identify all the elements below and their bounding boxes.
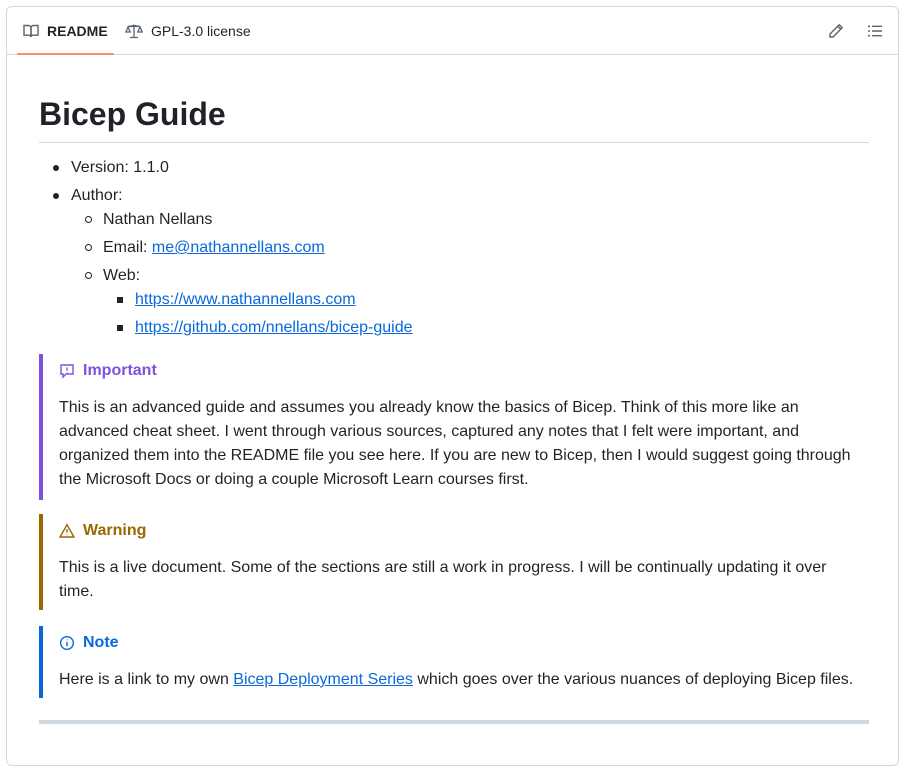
report-icon	[60, 364, 74, 379]
list-bullet	[117, 325, 123, 331]
list-unordered-icon	[868, 25, 882, 37]
alert-warning-title-text: Warning	[83, 522, 147, 539]
website-link[interactable]: https://www.nathannellans.com	[135, 291, 356, 308]
bicep-deployment-series-link[interactable]: Bicep Deployment Series	[233, 671, 413, 688]
alert-note-text: Here is a link to my own	[59, 671, 234, 688]
alert-warning-body: This is a live document. Some of the sec…	[59, 559, 827, 600]
email-link[interactable]: me@nathannellans.com	[152, 239, 325, 256]
book-icon	[23, 24, 39, 37]
list-item-web: Web:	[103, 266, 140, 286]
alert-note: Note Here is a link to my own Bicep Depl…	[39, 626, 869, 698]
alert-triangle-icon	[59, 523, 75, 538]
alert-important-title: Important	[59, 362, 157, 380]
law-scale-icon	[125, 24, 143, 38]
list-bullet	[53, 165, 59, 171]
alert-note-title-text: Note	[83, 634, 119, 651]
alert-note-body: Here is a link to my own Bicep Deploymen…	[59, 668, 859, 692]
page-title: Bicep Guide	[39, 94, 869, 143]
list-bullet	[117, 297, 123, 303]
list-item-author: Author:	[71, 186, 123, 206]
alert-note-text: which goes over the various nuances of d…	[412, 671, 854, 688]
readme-panel: README GPL-3.0 license Bicep Guide Versi…	[6, 6, 899, 766]
pencil-icon	[829, 23, 844, 38]
edit-button[interactable]	[825, 20, 847, 42]
alert-important-title-text: Important	[83, 362, 157, 379]
info-icon	[59, 635, 75, 651]
alert-important-body: This is an advanced guide and assumes yo…	[59, 399, 851, 488]
list-bullet	[85, 216, 92, 223]
list-item-version: Version: 1.1.0	[71, 158, 169, 178]
alert-warning-title: Warning	[59, 522, 146, 540]
alert-important-bar	[39, 354, 43, 500]
alert-warning-bar	[39, 514, 43, 610]
author-name: Nathan Nellans	[103, 211, 213, 228]
section-divider	[39, 720, 869, 724]
tab-license[interactable]: GPL-3.0 license	[125, 7, 251, 54]
list-bullet	[85, 244, 92, 251]
outline-button[interactable]	[864, 20, 886, 42]
tab-readme[interactable]: README	[17, 7, 114, 55]
readme-tab-bar: README GPL-3.0 license	[7, 7, 898, 55]
alert-warning: Warning This is a live document. Some of…	[39, 514, 869, 610]
email-label: Email:	[103, 239, 152, 256]
github-link[interactable]: https://github.com/nnellans/bicep-guide	[135, 319, 413, 336]
list-item-web-link: https://www.nathannellans.com	[135, 290, 356, 310]
web-label: Web:	[103, 267, 141, 284]
list-item-author-name: Nathan Nellans	[103, 210, 212, 230]
tab-readme-label: README	[47, 22, 108, 39]
list-bullet	[85, 272, 92, 279]
version-text: Version: 1.1.0	[71, 159, 169, 176]
tab-license-label: GPL-3.0 license	[151, 22, 251, 39]
author-label: Author:	[71, 187, 123, 204]
list-item-email: Email: me@nathannellans.com	[103, 238, 325, 258]
list-item-web-link: https://github.com/nnellans/bicep-guide	[135, 318, 413, 338]
alert-note-title: Note	[59, 634, 119, 652]
alert-note-bar	[39, 626, 43, 698]
list-bullet	[53, 193, 59, 199]
alert-important: Important This is an advanced guide and …	[39, 354, 869, 500]
